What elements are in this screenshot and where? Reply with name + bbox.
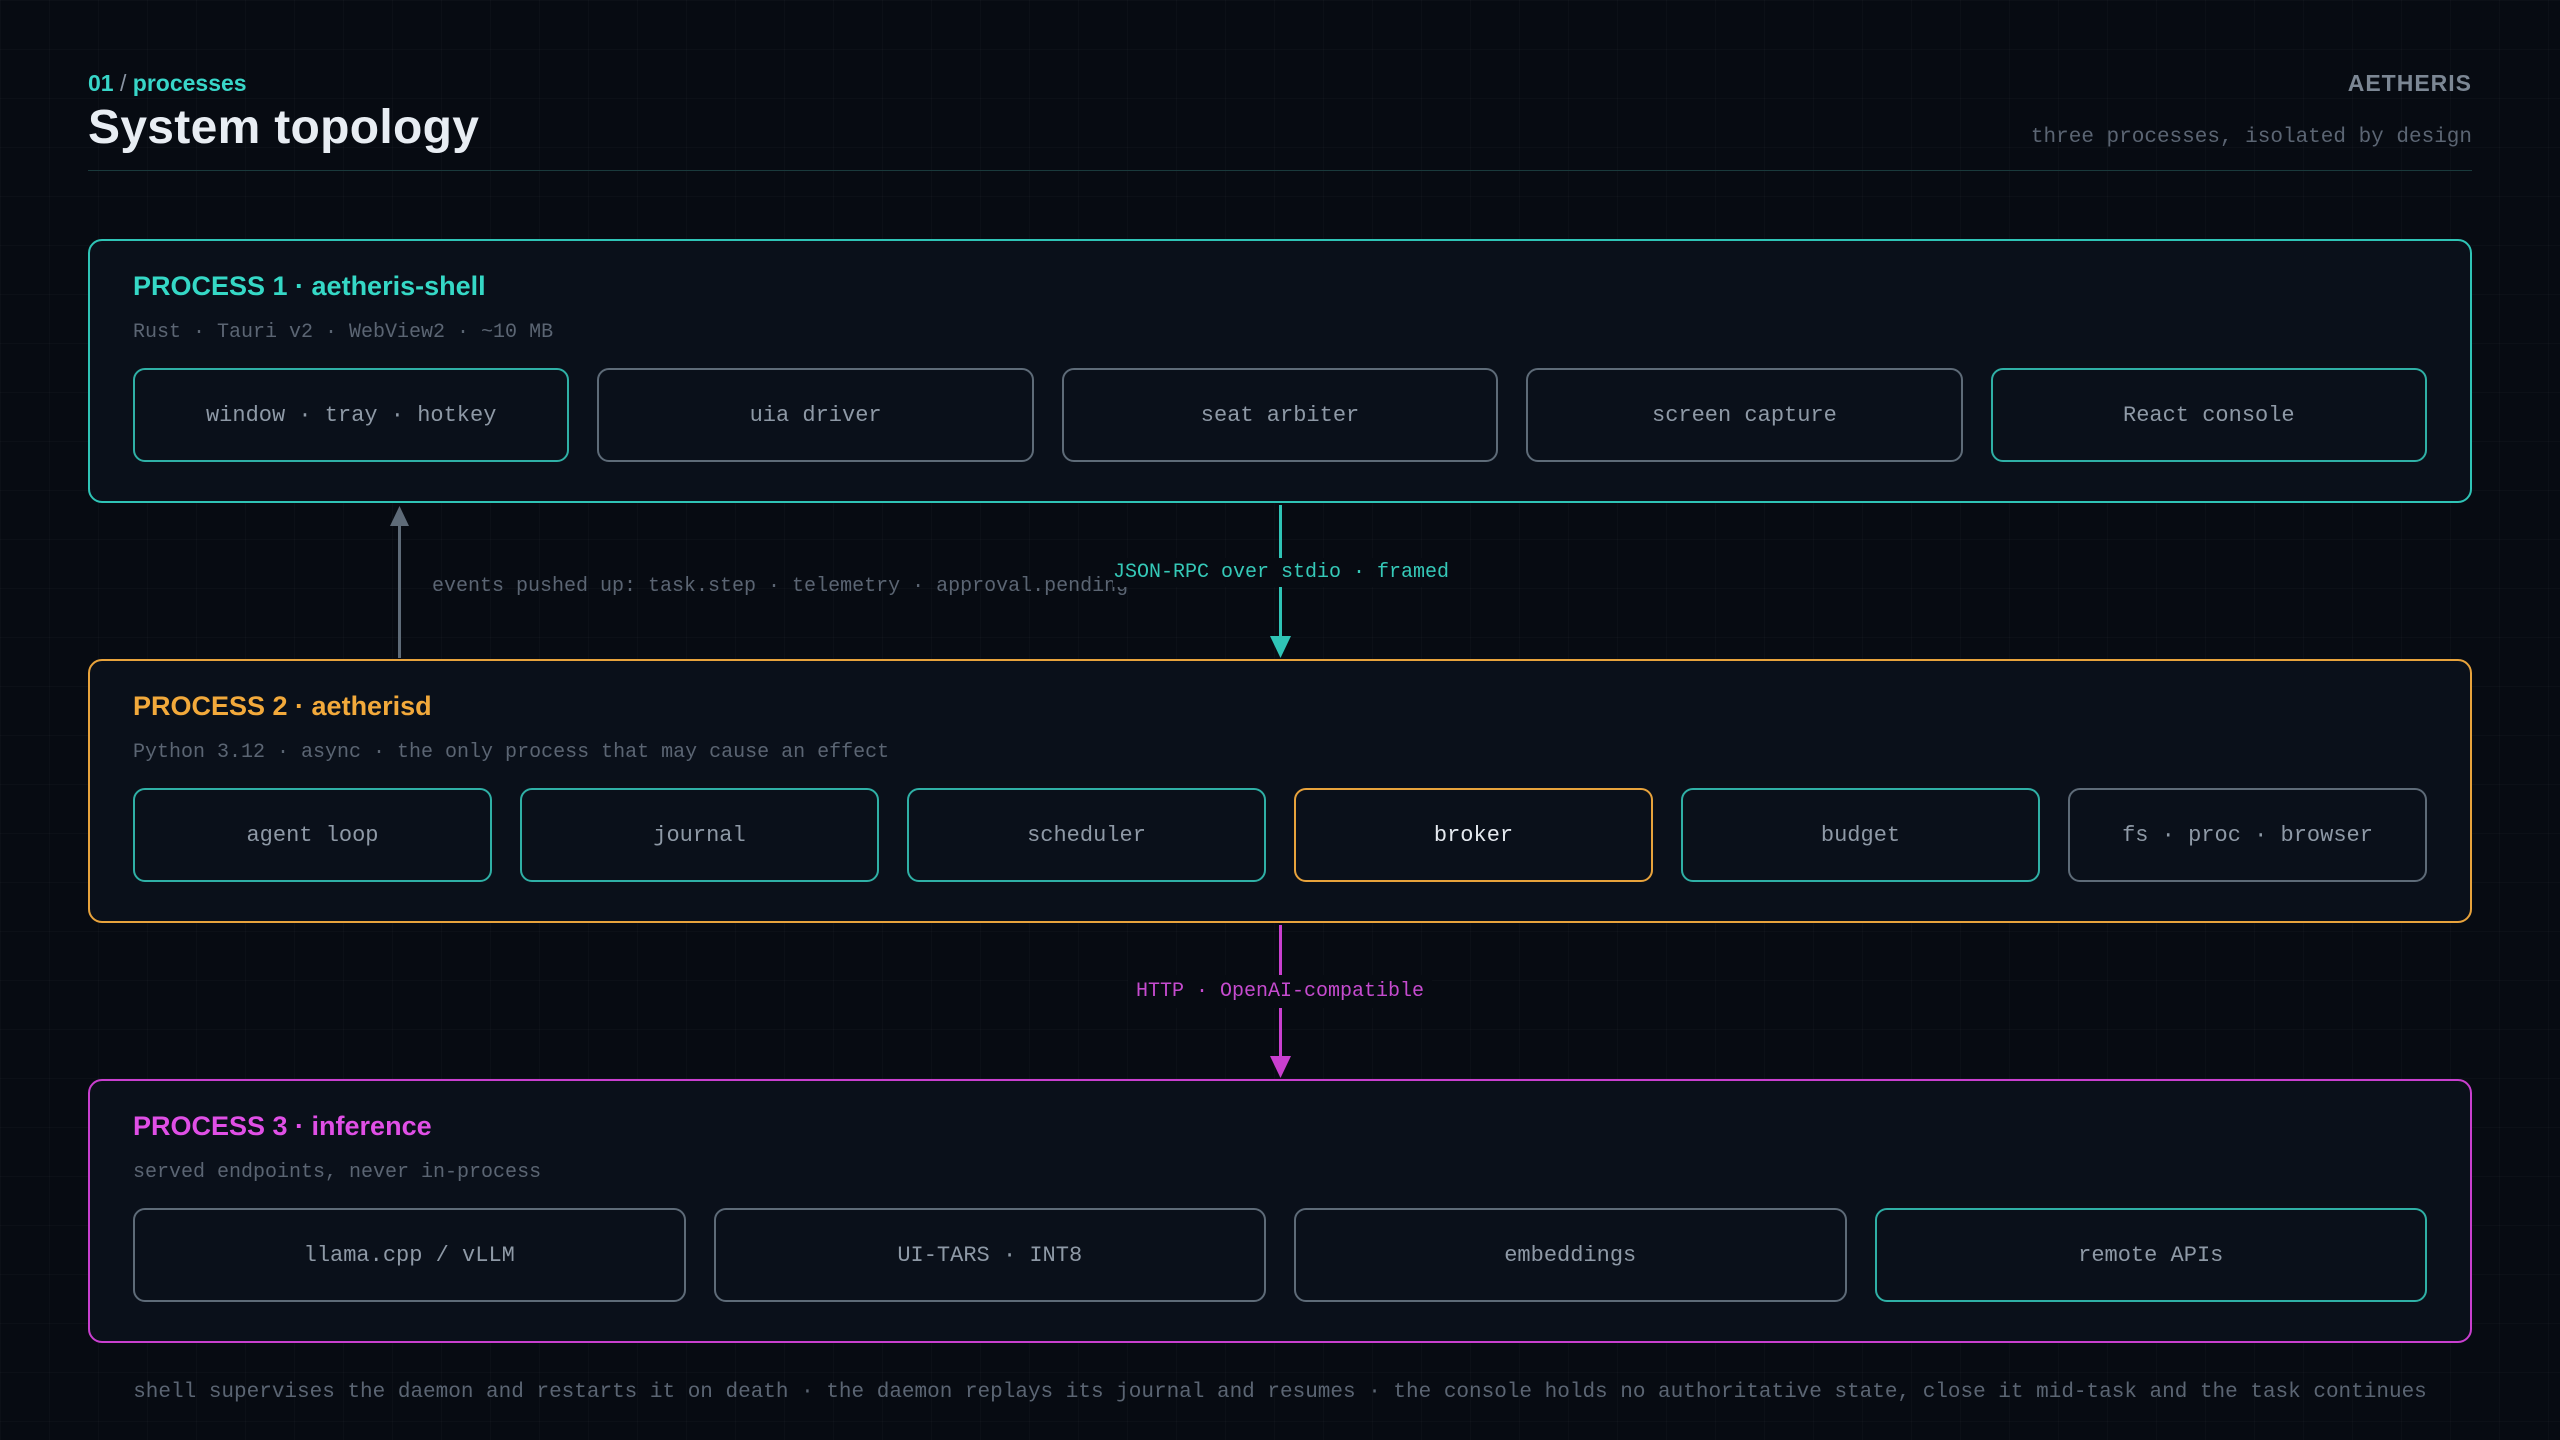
process-2-components: agent loop journal scheduler broker budg… <box>133 788 2427 882</box>
component-fs-proc-browser: fs · proc · browser <box>2068 788 2427 882</box>
http-down-arrow-icon <box>1270 1056 1291 1078</box>
http-label: HTTP · OpenAI-compatible <box>1128 975 1433 1008</box>
component-seat-arbiter: seat arbiter <box>1061 368 1499 462</box>
tagline: three processes, isolated by design <box>2030 126 2472 149</box>
brand-logo: AETHERIS <box>2347 70 2472 96</box>
page-title: System topology <box>88 101 480 154</box>
component-broker: broker <box>1294 788 1653 882</box>
process-2-box: PROCESS 2 · aetherisd Python 3.12 · asyn… <box>88 659 2472 923</box>
footer-note: shell supervises the daemon and restarts… <box>133 1381 2427 1404</box>
component-journal: journal <box>520 788 879 882</box>
component-scheduler: scheduler <box>907 788 1266 882</box>
events-up-label: events pushed up: task.step · telemetry … <box>432 575 1129 598</box>
process-1-box: PROCESS 1 · aetheris-shell Rust · Tauri … <box>88 239 2472 503</box>
kicker-separator: / <box>119 70 127 96</box>
process-3-components: llama.cpp / vLLM UI-TARS · INT8 embeddin… <box>133 1208 2427 1302</box>
section-kicker: 01 / processes <box>88 70 247 97</box>
process-2-title: PROCESS 2 · aetherisd <box>133 691 432 721</box>
process-3-subtitle: served endpoints, never in-process <box>133 1161 542 1184</box>
process-1-components: window · tray · hotkey uia driver seat a… <box>133 368 2428 462</box>
process-3-title: PROCESS 3 · inference <box>133 1111 432 1141</box>
component-ui-tars: UI-TARS · INT8 <box>713 1208 1266 1302</box>
process-2-subtitle: Python 3.12 · async · the only process t… <box>133 741 890 764</box>
component-llama-vllm: llama.cpp / vLLM <box>133 1208 686 1302</box>
rpc-down-arrow-icon <box>1270 636 1291 658</box>
rpc-label: JSON-RPC over stdio · framed <box>1113 558 1450 587</box>
process-3-box: PROCESS 3 · inference served endpoints, … <box>88 1079 2472 1343</box>
kicker-number: 01 <box>88 70 114 96</box>
header-divider <box>88 170 2472 171</box>
component-screen-capture: screen capture <box>1526 368 1963 462</box>
process-1-title: PROCESS 1 · aetheris-shell <box>133 271 486 301</box>
events-up-arrow-icon <box>390 506 409 526</box>
process-1-subtitle: Rust · Tauri v2 · WebView2 · ~10 MB <box>133 321 554 344</box>
component-embeddings: embeddings <box>1294 1208 1847 1302</box>
component-react-console: React console <box>1990 368 2428 462</box>
component-window-tray-hotkey: window · tray · hotkey <box>133 368 570 462</box>
component-remote-apis: remote APIs <box>1874 1208 2427 1302</box>
component-agent-loop: agent loop <box>133 788 492 882</box>
events-up-line <box>398 520 401 658</box>
component-budget: budget <box>1681 788 2040 882</box>
component-uia-driver: uia driver <box>597 368 1034 462</box>
kicker-label: processes <box>132 70 247 96</box>
